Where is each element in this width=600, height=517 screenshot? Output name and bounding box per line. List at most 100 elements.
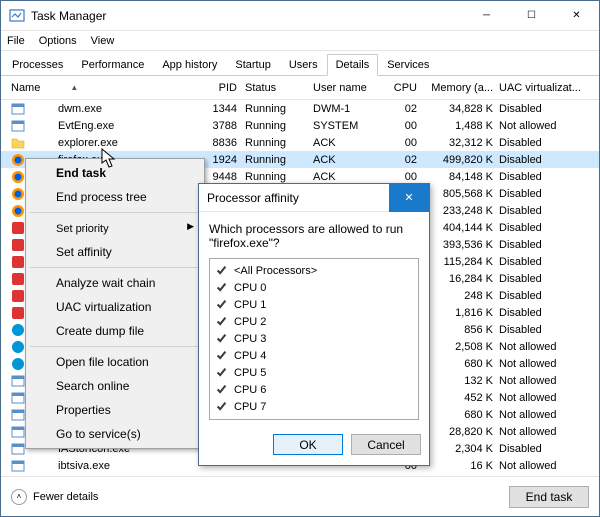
cell-memory: 2,508 K xyxy=(423,341,499,353)
process-icon xyxy=(11,357,25,371)
cell-uac: Disabled xyxy=(499,103,591,115)
table-row[interactable]: explorer.exe8836RunningACK0032,312 KDisa… xyxy=(1,134,599,151)
dialog-close-button[interactable]: ✕ xyxy=(389,184,429,212)
menu-view[interactable]: View xyxy=(91,35,115,47)
tab-startup[interactable]: Startup xyxy=(226,54,279,75)
cell-user: DWM-1 xyxy=(313,103,385,115)
cpu-list: <All Processors> CPU 0 CPU 1 CPU 2 CPU 3… xyxy=(209,258,419,420)
cell-memory: 680 K xyxy=(423,358,499,370)
ctx-search-online[interactable]: Search online xyxy=(28,374,202,398)
process-icon xyxy=(11,102,25,116)
cell-user: SYSTEM xyxy=(313,120,385,132)
tabbar: Processes Performance App history Startu… xyxy=(1,51,599,76)
ctx-open-location[interactable]: Open file location xyxy=(28,350,202,374)
column-user[interactable]: User name xyxy=(313,82,385,94)
column-status[interactable]: Status xyxy=(245,82,313,94)
close-button[interactable]: ✕ xyxy=(554,1,599,31)
process-icon xyxy=(11,425,25,439)
checkbox-cpu5[interactable]: CPU 5 xyxy=(213,364,415,381)
ctx-set-affinity[interactable]: Set affinity xyxy=(28,240,202,264)
column-pid[interactable]: PID xyxy=(195,82,245,94)
cell-uac: Disabled xyxy=(499,307,591,319)
minimize-button[interactable]: ─ xyxy=(464,1,509,31)
cell-uac: Disabled xyxy=(499,205,591,217)
checkbox-cpu4[interactable]: CPU 4 xyxy=(213,347,415,364)
checkbox-all[interactable]: <All Processors> xyxy=(213,262,415,279)
cell-uac: Disabled xyxy=(499,239,591,251)
ctx-set-priority[interactable]: Set priority▶ xyxy=(28,216,202,240)
cell-uac: Disabled xyxy=(499,137,591,149)
ctx-create-dump[interactable]: Create dump file xyxy=(28,319,202,343)
checkbox-cpu7[interactable]: CPU 7 xyxy=(213,398,415,415)
cell-uac: Disabled xyxy=(499,171,591,183)
tab-processes[interactable]: Processes xyxy=(3,54,72,75)
cell-status: Running xyxy=(245,137,313,149)
cell-uac: Disabled xyxy=(499,290,591,302)
dialog-title: Processor affinity xyxy=(207,191,389,205)
cell-user: ACK xyxy=(313,137,385,149)
cell-memory: 233,248 K xyxy=(423,205,499,217)
cell-uac: Disabled xyxy=(499,188,591,200)
cell-memory: 805,568 K xyxy=(423,188,499,200)
process-icon xyxy=(11,255,25,269)
ctx-uac-virt[interactable]: UAC virtualization xyxy=(28,295,202,319)
checkbox-cpu3[interactable]: CPU 3 xyxy=(213,330,415,347)
cell-uac: Disabled xyxy=(499,256,591,268)
tab-performance[interactable]: Performance xyxy=(72,54,153,75)
tab-services[interactable]: Services xyxy=(378,54,438,75)
cell-uac: Not allowed xyxy=(499,426,591,438)
tab-app-history[interactable]: App history xyxy=(153,54,226,75)
column-memory[interactable]: Memory (a... xyxy=(423,82,499,94)
menubar: File Options View xyxy=(1,31,599,51)
tab-users[interactable]: Users xyxy=(280,54,327,75)
table-row[interactable]: dwm.exe1344RunningDWM-10234,828 KDisable… xyxy=(1,100,599,117)
end-task-button[interactable]: End task xyxy=(509,486,589,508)
dialog-message: Which processors are allowed to run "fir… xyxy=(199,212,429,256)
process-icon xyxy=(11,442,25,456)
ctx-analyze-wait[interactable]: Analyze wait chain xyxy=(28,271,202,295)
cell-uac: Not allowed xyxy=(499,120,591,132)
process-icon xyxy=(11,136,25,150)
column-cpu[interactable]: CPU xyxy=(385,82,423,94)
dialog-titlebar[interactable]: Processor affinity ✕ xyxy=(199,184,429,212)
ctx-end-task[interactable]: End task xyxy=(28,161,202,185)
cell-uac: Not allowed xyxy=(499,341,591,353)
column-uac[interactable]: UAC virtualizat... xyxy=(499,82,591,94)
cell-memory: 404,144 K xyxy=(423,222,499,234)
cell-pid: 8836 xyxy=(195,137,245,149)
cell-pid: 1344 xyxy=(195,103,245,115)
cell-cpu: 00 xyxy=(385,120,423,132)
menu-file[interactable]: File xyxy=(7,35,25,47)
cell-memory: 28,820 K xyxy=(423,426,499,438)
chevron-right-icon: ▶ xyxy=(187,221,194,232)
checkbox-cpu0[interactable]: CPU 0 xyxy=(213,279,415,296)
maximize-button[interactable]: ☐ xyxy=(509,1,554,31)
cell-status: Running xyxy=(245,154,313,166)
ctx-end-tree[interactable]: End process tree xyxy=(28,185,202,209)
fewer-details-toggle[interactable]: ˄ Fewer details xyxy=(11,489,98,505)
process-icon xyxy=(11,170,25,184)
cell-uac: Not allowed xyxy=(499,460,591,472)
checkbox-cpu6[interactable]: CPU 6 xyxy=(213,381,415,398)
cell-cpu: 02 xyxy=(385,103,423,115)
ctx-goto-services[interactable]: Go to service(s) xyxy=(28,422,202,446)
checkbox-cpu1[interactable]: CPU 1 xyxy=(213,296,415,313)
column-name[interactable]: Name▲ xyxy=(5,82,195,94)
context-menu: End task End process tree Set priority▶ … xyxy=(25,158,205,449)
cell-memory: 16,284 K xyxy=(423,273,499,285)
cell-memory: 16 K xyxy=(423,460,499,472)
chevron-up-icon: ˄ xyxy=(11,489,27,505)
cell-memory: 1,488 K xyxy=(423,120,499,132)
cancel-button[interactable]: Cancel xyxy=(351,434,421,455)
menu-options[interactable]: Options xyxy=(39,35,77,47)
footer: ˄ Fewer details End task xyxy=(1,476,599,516)
separator xyxy=(30,267,200,268)
ok-button[interactable]: OK xyxy=(273,434,343,455)
process-icon xyxy=(11,306,25,320)
checkbox-cpu2[interactable]: CPU 2 xyxy=(213,313,415,330)
process-icon xyxy=(11,323,25,337)
ctx-properties[interactable]: Properties xyxy=(28,398,202,422)
table-row[interactable]: EvtEng.exe3788RunningSYSTEM001,488 KNot … xyxy=(1,117,599,134)
tab-details[interactable]: Details xyxy=(327,54,379,76)
cell-memory: 856 K xyxy=(423,324,499,336)
